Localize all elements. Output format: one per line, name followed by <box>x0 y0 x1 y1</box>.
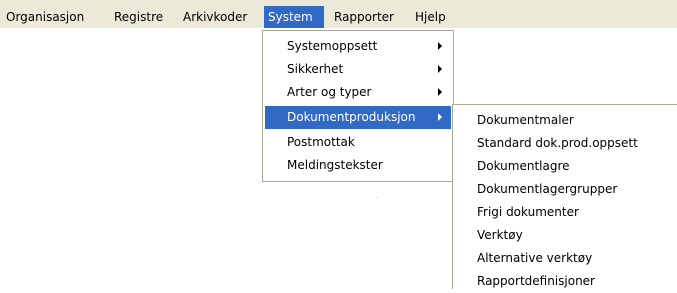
submenu-item-dokumentmaler[interactable]: Dokumentmaler <box>455 109 675 132</box>
menu-item-label: Frigi dokumenter <box>477 205 579 219</box>
menu-hjelp[interactable]: Hjelp <box>411 6 450 28</box>
submenu-item-dokumentlagre[interactable]: Dokumentlagre <box>455 155 675 178</box>
submenu-arrow-icon <box>438 88 442 96</box>
submenu-item-standard-dok-prod-oppsett[interactable]: Standard dok.prod.oppsett <box>455 132 675 155</box>
menu-item-label: Dokumentlagergrupper <box>477 182 618 196</box>
submenu-arrow-icon <box>438 113 442 121</box>
menu-system[interactable]: System <box>264 6 324 28</box>
menu-registre[interactable]: Registre <box>110 6 167 28</box>
menu-arkivkoder[interactable]: Arkivkoder <box>179 6 251 28</box>
menu-item-label: Systemoppsett <box>287 39 378 53</box>
submenu-item-alternative-verktoy[interactable]: Alternative verktøy <box>455 247 675 270</box>
submenu-item-frigi-dokumenter[interactable]: Frigi dokumenter <box>455 201 675 224</box>
menu-item-label: Dokumentmaler <box>477 113 574 127</box>
menu-item-label: Postmottak <box>287 135 355 149</box>
menu-item-arter-og-typer[interactable]: Arter og typer <box>265 81 451 104</box>
background-speck <box>376 197 377 198</box>
submenu-item-rapportdefinisjoner[interactable]: Rapportdefinisjoner <box>455 270 675 293</box>
submenu-arrow-icon <box>438 65 442 73</box>
menu-rapporter[interactable]: Rapporter <box>330 6 398 28</box>
submenu-item-dokumentlagergrupper[interactable]: Dokumentlagergrupper <box>455 178 675 201</box>
menu-item-label: Dokumentlagre <box>477 159 570 173</box>
menu-bar: Organisasjon Registre Arkivkoder System … <box>0 0 677 28</box>
menu-item-label: Standard dok.prod.oppsett <box>477 136 638 150</box>
menu-item-label: Sikkerhet <box>287 62 344 76</box>
submenu-arrow-icon <box>438 42 442 50</box>
menu-item-label: Verktøy <box>477 228 523 242</box>
menu-item-label: Alternative verktøy <box>477 251 593 265</box>
menu-item-sikkerhet[interactable]: Sikkerhet <box>265 58 451 81</box>
menu-item-label: Dokumentproduksjon <box>287 110 416 124</box>
menu-organisasjon[interactable]: Organisasjon <box>2 6 88 28</box>
dokumentproduksjon-submenu: Dokumentmaler Standard dok.prod.oppsett … <box>452 104 677 289</box>
menu-item-postmottak[interactable]: Postmottak <box>265 131 451 154</box>
menu-item-systemoppsett[interactable]: Systemoppsett <box>265 35 451 58</box>
submenu-item-verktoy[interactable]: Verktøy <box>455 224 675 247</box>
menu-item-label: Meldingstekster <box>287 158 383 172</box>
menu-item-meldingstekster[interactable]: Meldingstekster <box>265 154 451 177</box>
menu-item-label: Rapportdefinisjoner <box>477 274 595 288</box>
menu-item-dokumentproduksjon[interactable]: Dokumentproduksjon <box>265 106 451 129</box>
system-menu: Systemoppsett Sikkerhet Arter og typer D… <box>262 30 454 182</box>
menu-item-label: Arter og typer <box>287 85 372 99</box>
